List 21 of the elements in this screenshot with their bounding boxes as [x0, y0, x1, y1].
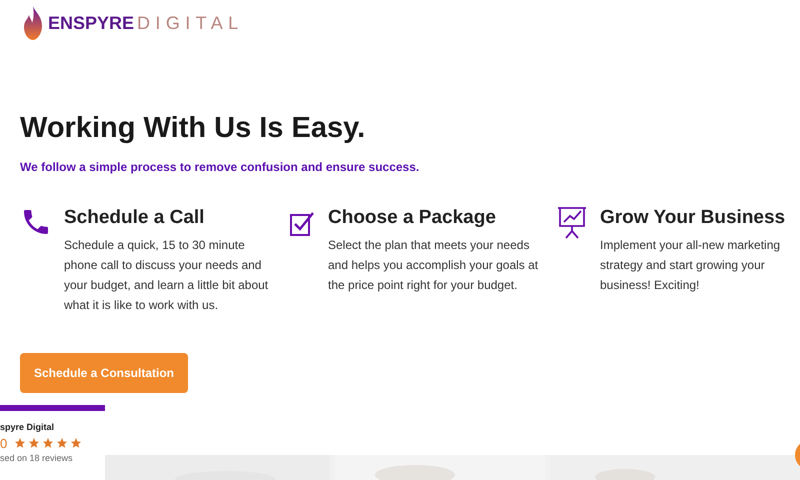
section-subheading: We follow a simple process to remove confusion and ensure success. [20, 159, 420, 176]
star-icon [56, 437, 68, 449]
step-title: Choose a Package [328, 206, 497, 230]
star-icon [28, 437, 40, 449]
step-description: Implement your all-new marketing strategy and start growing your business! Exciting! [600, 237, 782, 294]
rating-value: 0 [0, 436, 8, 450]
schedule-consultation-button[interactable]: Schedule a Consultation [20, 353, 188, 393]
step-description: Schedule a quick, 15 to 30 minute phone call to discuss your needs and your budget, and learn a little bit about what it is like to work with us. [64, 237, 270, 314]
reviews-count: sed on 18 reviews [0, 452, 74, 464]
logo-text: ENSPYRE DIGITAL [48, 14, 244, 32]
flame-logo-icon [22, 4, 44, 40]
step-title: Grow Your Business [600, 206, 786, 230]
star-icon [70, 437, 82, 449]
reviewer-name: spyre Digital [0, 421, 56, 434]
chart-board-icon [556, 206, 588, 240]
star-icon [14, 437, 26, 449]
step-title: Schedule a Call [64, 206, 206, 230]
checkbox-icon [288, 210, 316, 238]
section-heading: Working With Us Is Easy. [20, 111, 366, 146]
star-icon [42, 437, 54, 449]
step-description: Select the plan that meets your needs and helps you accomplish your goals at the price point right for your budget. [328, 237, 540, 294]
